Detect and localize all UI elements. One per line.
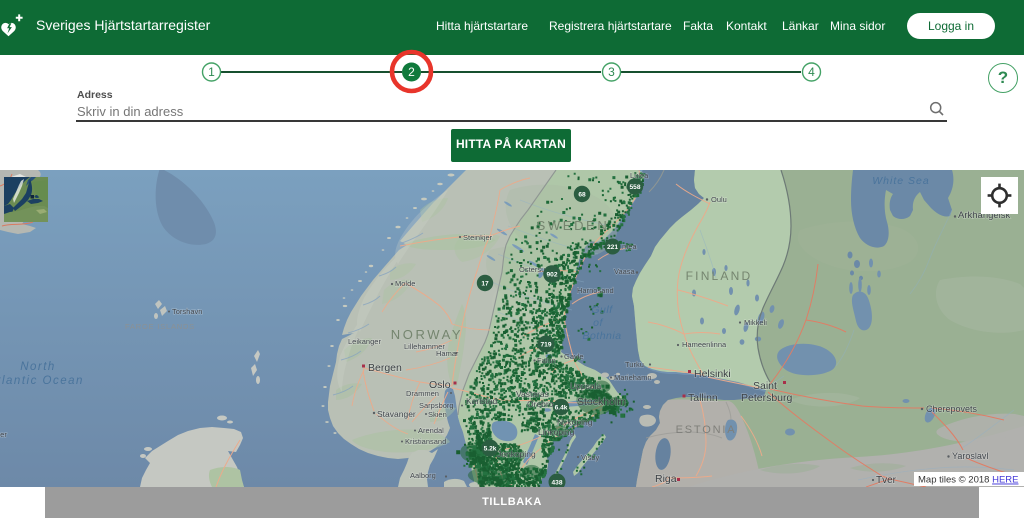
svg-text:719: 719 <box>540 341 551 348</box>
svg-text:Saint: Saint <box>753 380 777 392</box>
svg-text:1: 1 <box>208 65 215 79</box>
svg-text:Gulf: Gulf <box>591 304 613 316</box>
svg-text:Gavle: Gavle <box>564 352 584 361</box>
svg-text:Nykoping: Nykoping <box>557 417 593 427</box>
svg-text:Molde: Molde <box>395 279 415 288</box>
svg-text:Yaroslavl: Yaroslavl <box>952 451 988 461</box>
svg-text:558: 558 <box>629 184 640 191</box>
svg-text:SWEDEN: SWEDEN <box>537 218 610 233</box>
svg-text:ger: ger <box>0 430 7 439</box>
svg-text:Mikkeli: Mikkeli <box>744 318 767 327</box>
svg-text:FINLAND: FINLAND <box>686 269 753 283</box>
svg-text:Vaasa: Vaasa <box>614 267 636 276</box>
svg-text:Tver: Tver <box>876 475 897 486</box>
svg-text:3: 3 <box>608 65 615 79</box>
svg-text:Oulu: Oulu <box>711 195 727 204</box>
svg-text:Helsinki: Helsinki <box>694 368 731 380</box>
svg-text:Atlantic Ocean: Atlantic Ocean <box>0 375 84 387</box>
svg-text:Jonkoping: Jonkoping <box>497 449 536 459</box>
svg-text:Cherepovets: Cherepovets <box>926 404 978 414</box>
svg-text:Uppsala: Uppsala <box>570 381 601 391</box>
svg-text:902: 902 <box>546 271 557 278</box>
svg-text:NORWAY: NORWAY <box>391 327 463 342</box>
svg-text:mea: mea <box>622 242 637 251</box>
svg-text:FAROE ISLANDS: FAROE ISLANDS <box>125 322 195 331</box>
svg-text:Karlstad: Karlstad <box>466 396 497 406</box>
svg-text:Aalborg: Aalborg <box>410 471 436 480</box>
svg-text:Visby: Visby <box>581 453 599 462</box>
svg-text:Harnosand: Harnosand <box>577 286 614 295</box>
svg-text:North: North <box>20 361 56 373</box>
svg-text:Skien: Skien <box>428 410 447 419</box>
svg-text:Bothnia: Bothnia <box>582 330 621 342</box>
svg-text:White Sea: White Sea <box>872 175 929 187</box>
svg-text:Kristiansand: Kristiansand <box>405 437 446 446</box>
svg-text:Linkoping: Linkoping <box>538 427 575 437</box>
svg-text:Petersburg: Petersburg <box>741 392 793 404</box>
svg-text:Map tiles © 2018 HERE: Map tiles © 2018 HERE <box>918 475 1018 486</box>
svg-text:6.4k: 6.4k <box>555 404 568 411</box>
svg-text:Bergen: Bergen <box>368 362 402 374</box>
svg-text:Torshavn: Torshavn <box>172 307 202 316</box>
svg-text:Steinkjer: Steinkjer <box>463 233 493 242</box>
svg-text:68: 68 <box>578 191 586 198</box>
svg-text:Arendal: Arendal <box>418 426 444 435</box>
svg-text:Leikanger: Leikanger <box>348 337 381 346</box>
svg-text:2: 2 <box>408 65 415 79</box>
svg-text:of: of <box>593 317 603 329</box>
svg-text:Turku: Turku <box>625 360 644 369</box>
svg-text:Hameenlinna: Hameenlinna <box>682 340 727 349</box>
svg-text:17: 17 <box>481 280 489 287</box>
svg-text:Falun: Falun <box>537 356 556 365</box>
svg-text:Oslo: Oslo <box>429 379 451 391</box>
svg-text:5.2k: 5.2k <box>484 445 497 452</box>
svg-text:Stavanger: Stavanger <box>377 409 416 419</box>
svg-text:ESTONIA: ESTONIA <box>676 424 737 436</box>
svg-text:221: 221 <box>607 244 618 251</box>
svg-text:Tallinn: Tallinn <box>688 392 718 404</box>
svg-text:Stockholm: Stockholm <box>577 396 626 408</box>
svg-text:Mariehamn: Mariehamn <box>614 373 652 382</box>
svg-text:Orebro: Orebro <box>527 399 554 409</box>
svg-text:Vasteras: Vasteras <box>516 389 549 399</box>
svg-text:438: 438 <box>551 479 562 486</box>
svg-text:Sarpsborg: Sarpsborg <box>419 401 454 410</box>
svg-text:Riga: Riga <box>655 473 677 485</box>
svg-text:4: 4 <box>808 65 815 79</box>
